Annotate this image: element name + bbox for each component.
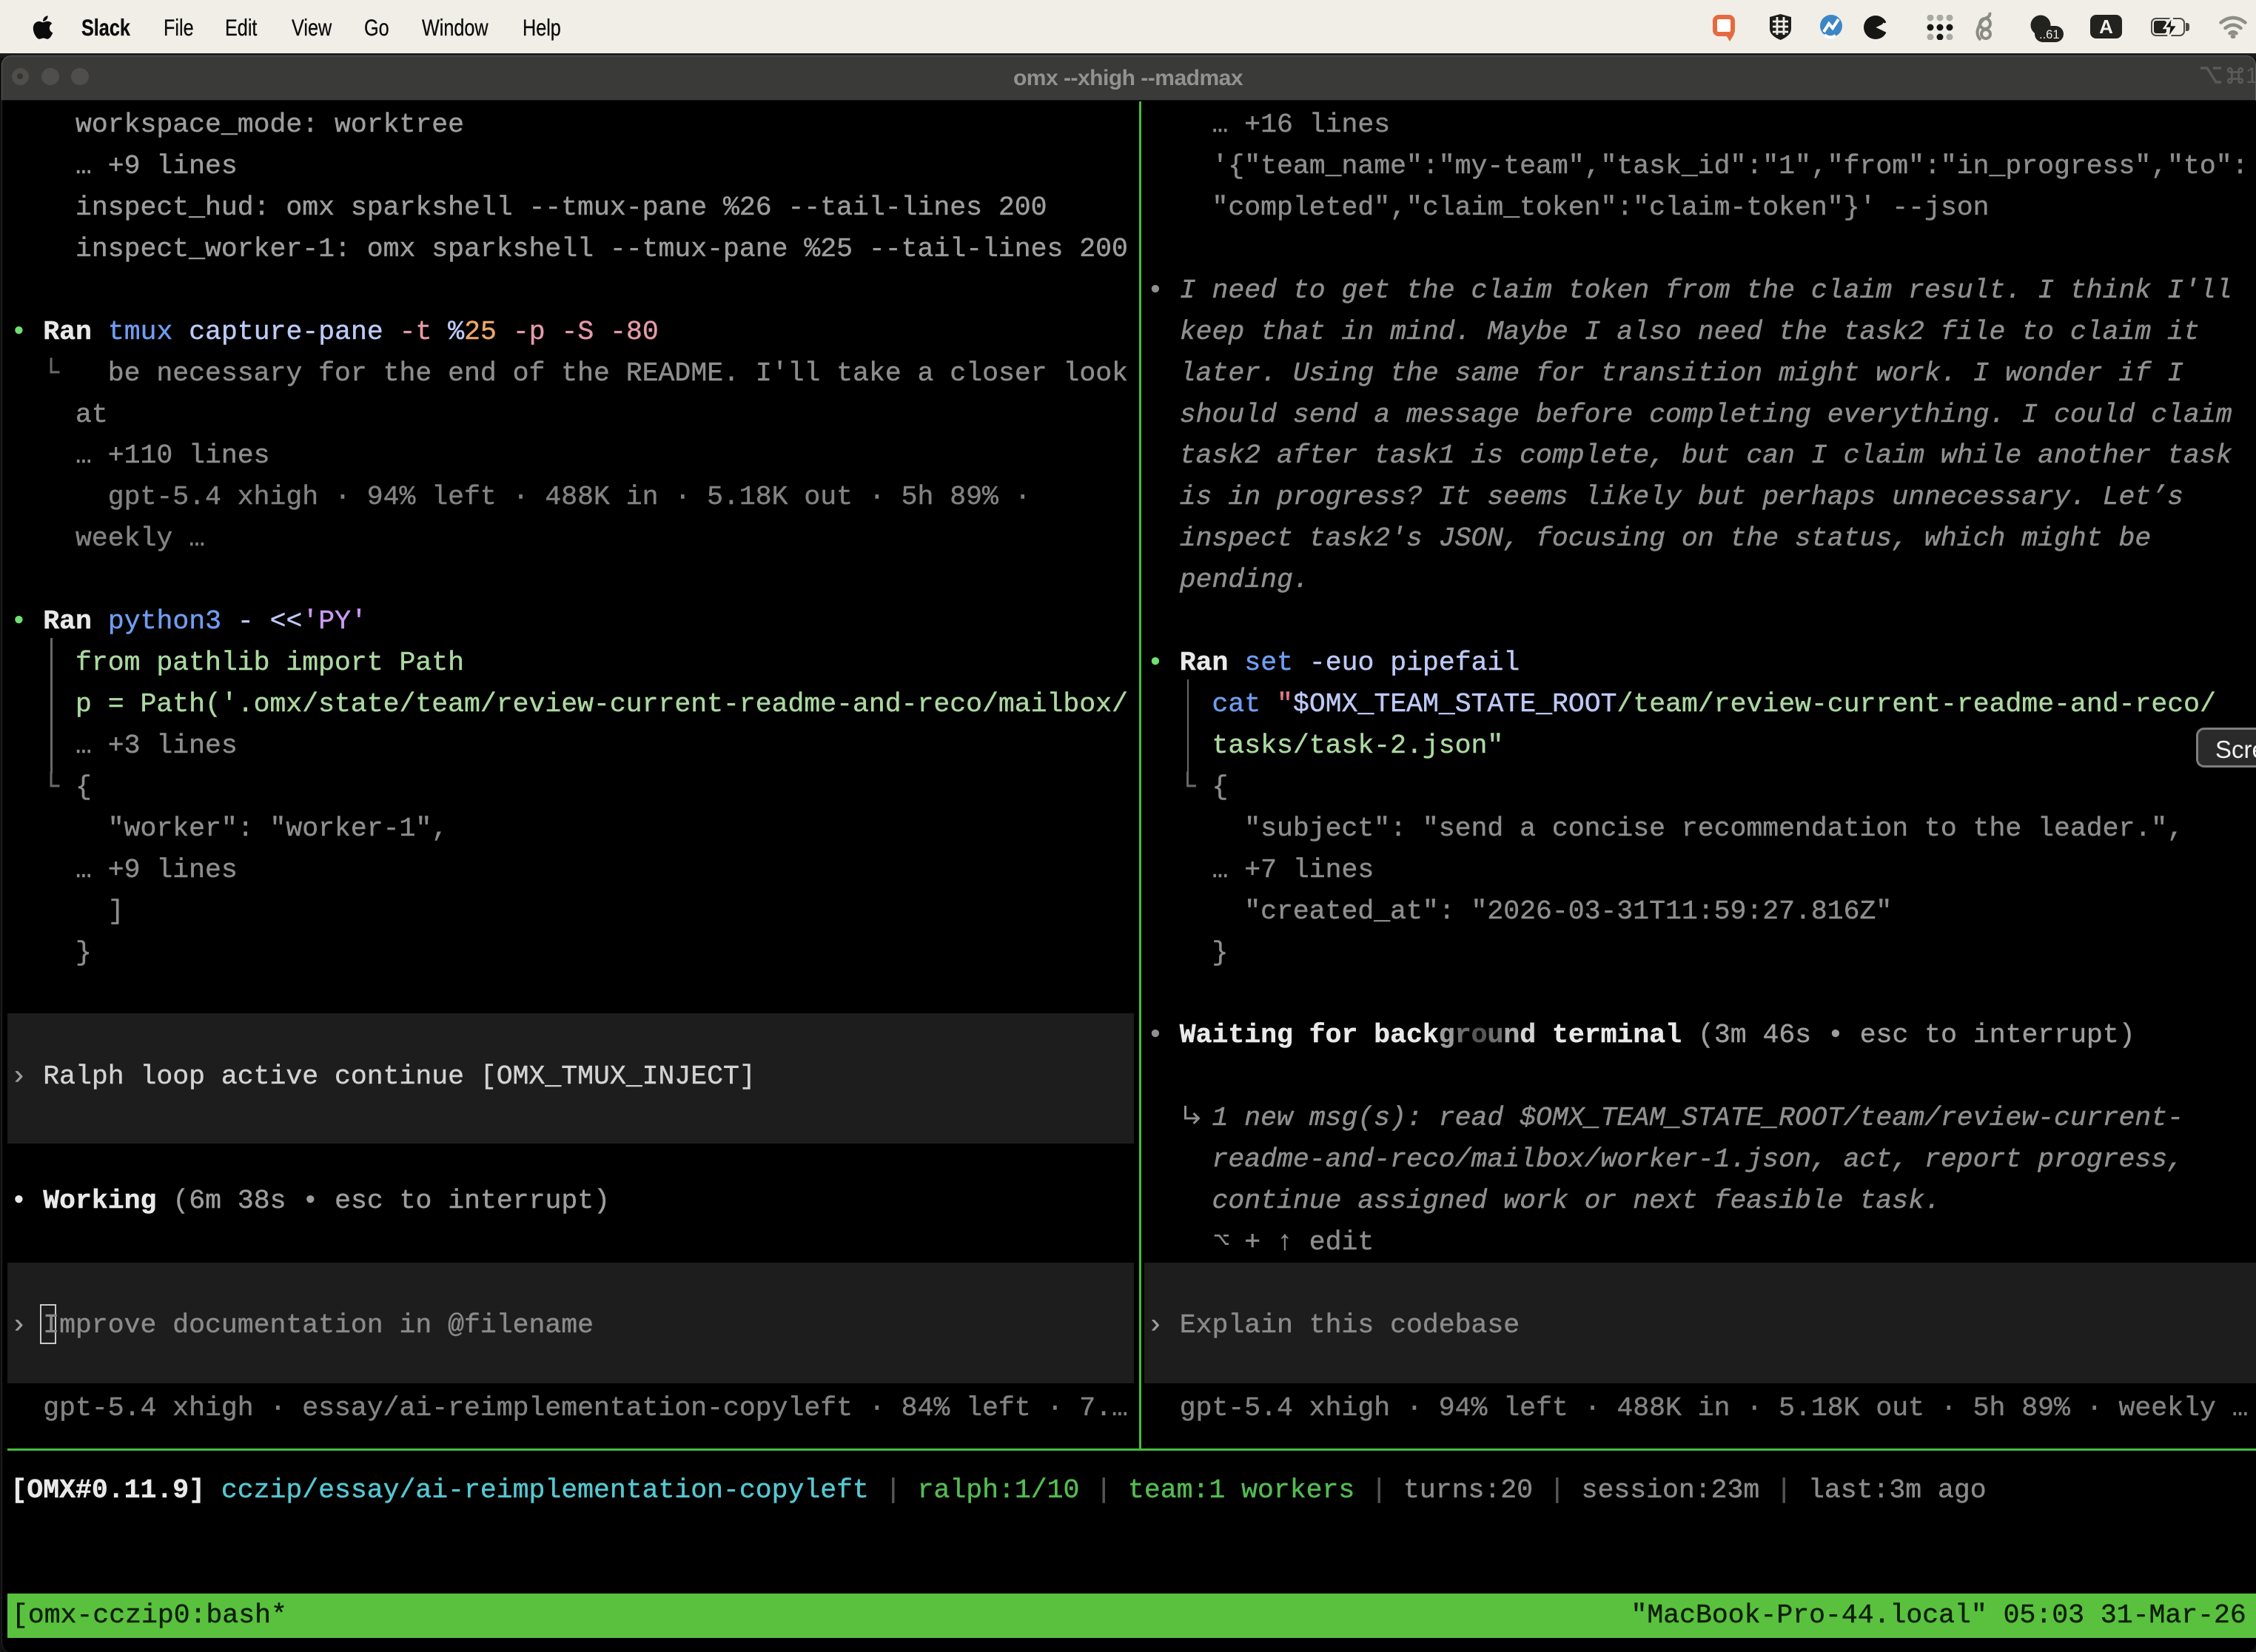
svg-text:..61: ..61 [2039, 28, 2060, 41]
